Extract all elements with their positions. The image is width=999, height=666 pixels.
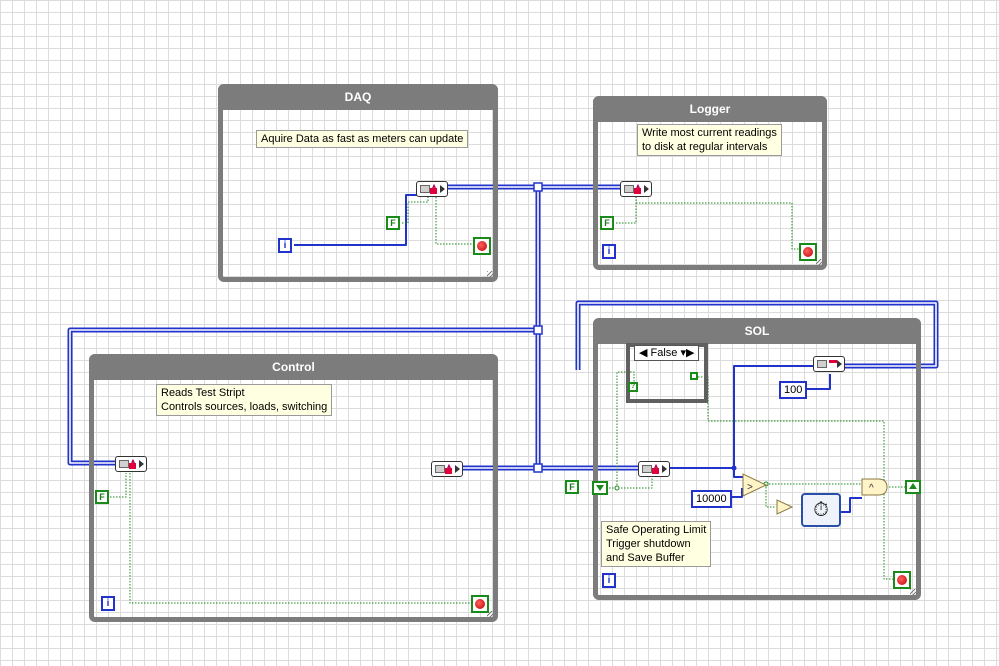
stop-terminal-icon[interactable] xyxy=(471,595,489,613)
shift-register-left-icon xyxy=(592,481,608,495)
notifier-icon[interactable]: ▴ xyxy=(416,181,448,197)
stopwatch-icon[interactable]: ⏱ xyxy=(801,493,841,527)
iteration-terminal: i xyxy=(602,244,616,259)
wait-ms-constant[interactable]: 100 xyxy=(779,381,808,399)
notifier-icon[interactable]: ▴ xyxy=(620,181,652,197)
logger-note-line: to disk at regular intervals xyxy=(642,141,768,153)
logger-loop-title: Logger xyxy=(593,96,827,122)
shift-register-right-icon xyxy=(905,480,921,494)
stop-terminal-icon[interactable] xyxy=(893,571,911,589)
tunnel-terminal xyxy=(690,372,698,380)
stop-terminal-icon[interactable] xyxy=(799,243,817,261)
daq-while-loop[interactable]: DAQ xyxy=(218,84,498,282)
stop-terminal-icon[interactable] xyxy=(473,237,491,255)
notifier-icon[interactable]: ▴ xyxy=(638,461,670,477)
iteration-terminal: i xyxy=(101,596,115,611)
sol-note-line: Trigger shutdown xyxy=(606,538,691,550)
control-note-line: Controls sources, loads, switching xyxy=(161,401,328,413)
notifier-icon[interactable]: ▴ xyxy=(431,461,463,477)
false-constant[interactable]: F xyxy=(565,480,579,494)
sol-note: Safe Operating Limit Trigger shutdown an… xyxy=(601,521,712,567)
control-loop-title: Control xyxy=(89,354,498,380)
notifier-icon[interactable]: ▴ xyxy=(115,456,147,472)
sol-note-line: Safe Operating Limit xyxy=(606,524,707,536)
resize-handle[interactable] xyxy=(487,271,495,279)
false-constant[interactable]: F xyxy=(600,216,614,230)
control-note: Reads Test Stript Controls sources, load… xyxy=(156,384,333,416)
selector-terminal: ? xyxy=(628,382,638,392)
logger-note: Write most current readings to disk at r… xyxy=(637,124,782,156)
daq-note: Aquire Data as fast as meters can update xyxy=(256,130,469,148)
daq-loop-title: DAQ xyxy=(218,84,498,110)
resize-handle[interactable] xyxy=(816,259,824,267)
false-constant[interactable]: F xyxy=(95,490,109,504)
iteration-terminal: i xyxy=(278,238,292,253)
iteration-terminal: i xyxy=(602,573,616,588)
case-selector-label: False xyxy=(650,347,678,359)
sol-loop-title: SOL xyxy=(593,318,921,344)
limit-constant[interactable]: 10000 xyxy=(691,490,732,508)
control-note-line: Reads Test Stript xyxy=(161,387,245,399)
send-notification-icon[interactable] xyxy=(813,356,845,372)
case-selector[interactable]: ◀ False ▾▶ xyxy=(634,345,700,361)
resize-handle[interactable] xyxy=(910,589,918,597)
sol-note-line: and Save Buffer xyxy=(606,552,685,564)
false-constant[interactable]: F xyxy=(386,216,400,230)
logger-note-line: Write most current readings xyxy=(642,127,777,139)
